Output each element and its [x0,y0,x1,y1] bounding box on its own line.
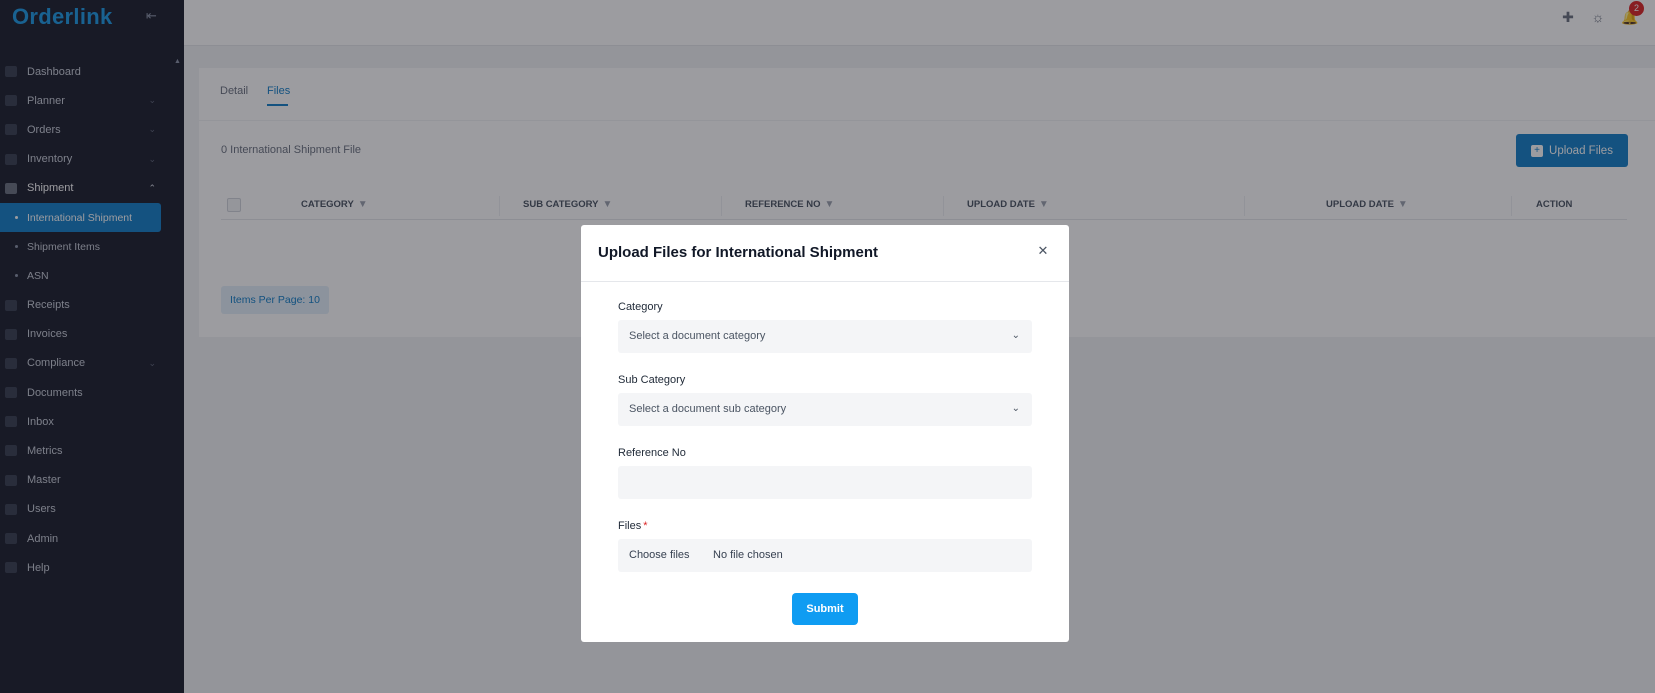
submit-button[interactable]: Submit [792,593,858,625]
reference-no-label: Reference No [618,447,686,459]
required-marker: * [643,520,648,532]
files-label: Files * [618,520,648,532]
modal-title: Upload Files for International Shipment [598,244,879,261]
reference-no-input[interactable] [618,466,1032,499]
category-select[interactable]: Select a document category ⌄ [618,320,1032,353]
upload-files-modal: Upload Files for International Shipment … [581,225,1069,642]
chevron-down-icon: ⌄ [1011,403,1020,414]
modal-divider [581,281,1069,282]
chevron-down-icon: ⌄ [1011,330,1020,341]
category-label: Category [618,301,663,313]
category-select-value: Select a document category [629,330,766,342]
sub-category-label: Sub Category [618,374,686,386]
sub-category-select-value: Select a document sub category [629,403,787,415]
sub-category-select[interactable]: Select a document sub category ⌄ [618,393,1032,426]
close-icon[interactable]: ✕ [1036,244,1050,258]
files-input[interactable]: Choose files No file chosen [618,539,1032,572]
files-label-text: Files [618,520,642,532]
choose-files-button[interactable]: Choose files [629,549,690,561]
file-status-text: No file chosen [713,549,783,561]
